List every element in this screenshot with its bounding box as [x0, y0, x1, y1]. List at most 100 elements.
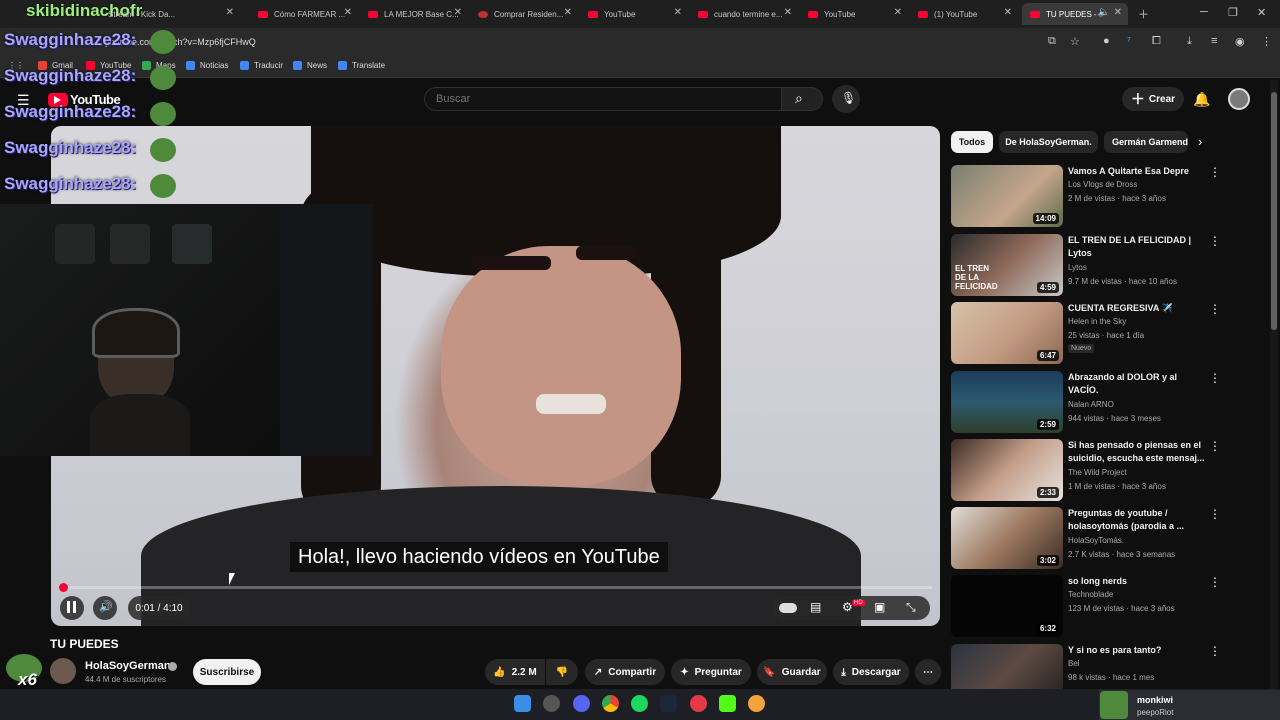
- chevron-right-icon[interactable]: ›: [1198, 134, 1202, 149]
- download-icon[interactable]: ⤓: [1187, 35, 1192, 48]
- kick-icon[interactable]: [719, 695, 736, 712]
- more-options-icon[interactable]: ⋮: [1209, 507, 1221, 521]
- tab-8[interactable]: (1) YouTube ✕: [910, 3, 1018, 25]
- extensions-puzzle-icon[interactable]: ⧠: [1152, 35, 1161, 48]
- video-thumbnail[interactable]: EL TREN DE LA FELICIDAD 4:59: [951, 234, 1063, 296]
- chrome-icon[interactable]: [602, 695, 619, 712]
- ask-button[interactable]: ✦ Preguntar: [671, 659, 751, 685]
- pause-button[interactable]: [60, 596, 84, 620]
- close-tab-icon[interactable]: ✕: [674, 7, 682, 18]
- recommendation-item[interactable]: 14:09 Vamos A Quitarte Esa Depre Los Vlo…: [951, 165, 1261, 227]
- bookmark-news[interactable]: News: [293, 61, 327, 70]
- search-input[interactable]: [424, 87, 782, 111]
- chip-de-holasoygerman[interactable]: De HolaSoyGerman.: [999, 131, 1098, 153]
- recommendation-channel[interactable]: Helen in the Sky: [1068, 317, 1126, 326]
- save-button[interactable]: 🔖 Guardar: [757, 659, 827, 685]
- mute-tab-icon[interactable]: 🔈: [1098, 7, 1110, 18]
- fullscreen-icon[interactable]: ⤡: [906, 600, 916, 615]
- recommendation-channel[interactable]: Technoblade: [1068, 590, 1113, 599]
- close-tab-icon[interactable]: ✕: [784, 7, 792, 18]
- taskbar-app-icon[interactable]: [690, 695, 707, 712]
- media-control-icon[interactable]: ≡: [1211, 35, 1217, 47]
- recommendation-title[interactable]: Abrazando al DOLOR y al VACÍO.: [1068, 371, 1208, 397]
- bookmark-star-icon[interactable]: ☆: [1070, 35, 1080, 48]
- recommendation-title[interactable]: Preguntas de youtube / holasoytomás (par…: [1068, 507, 1208, 533]
- progress-scrubber[interactable]: [59, 583, 68, 592]
- video-thumbnail[interactable]: 2:33: [951, 439, 1063, 501]
- recommendation-item[interactable]: 2:33 Si has pensado o piensas en el suic…: [951, 439, 1261, 501]
- autoplay-toggle[interactable]: [779, 603, 797, 613]
- recommendation-item[interactable]: 2:59 Abrazando al DOLOR y al VACÍO. Nala…: [951, 371, 1261, 433]
- share-button[interactable]: ↗ Compartir: [585, 659, 665, 685]
- more-options-icon[interactable]: ⋮: [1209, 165, 1221, 179]
- dislike-button[interactable]: 👎: [546, 659, 578, 685]
- voice-search-button[interactable]: 🎙: [832, 85, 860, 113]
- channel-name[interactable]: HolaSoyGerman.: [85, 660, 174, 672]
- tab-4[interactable]: Comprar Residen... ✕: [470, 3, 578, 25]
- tab-7[interactable]: YouTube ✕: [800, 3, 908, 25]
- more-options-icon[interactable]: ⋮: [1209, 302, 1221, 316]
- more-options-icon[interactable]: ⋮: [1209, 644, 1221, 658]
- close-tab-icon[interactable]: ✕: [1114, 7, 1122, 18]
- video-thumbnail[interactable]: 3:02: [951, 507, 1063, 569]
- video-thumbnail[interactable]: 6:32: [951, 575, 1063, 637]
- recommendation-title[interactable]: Si has pensado o piensas en el suicidio,…: [1068, 439, 1208, 465]
- download-button[interactable]: ⤓ Descargar: [833, 659, 909, 685]
- taskbar-app-icon[interactable]: [748, 695, 765, 712]
- create-button[interactable]: ＋ Crear: [1122, 87, 1184, 111]
- tab-1[interactable]: Stream - Kick Da... ✕: [100, 3, 240, 25]
- recommendation-item[interactable]: 6:47 CUENTA REGRESIVA ✈️ Helen in the Sk…: [951, 302, 1261, 364]
- chip-german-garmendia[interactable]: Germán Garmendia: [1104, 131, 1188, 153]
- recommendation-title[interactable]: Vamos A Quitarte Esa Depre: [1068, 165, 1208, 178]
- chip-todos[interactable]: Todos: [951, 131, 993, 153]
- recommendation-title[interactable]: CUENTA REGRESIVA ✈️: [1068, 302, 1208, 315]
- tab-5[interactable]: YouTube ✕: [580, 3, 688, 25]
- menu-dots-icon[interactable]: ⋮: [1261, 35, 1272, 48]
- recommendation-channel[interactable]: Lytos: [1068, 263, 1087, 272]
- more-options-icon[interactable]: ⋮: [1209, 234, 1221, 248]
- subscribe-button[interactable]: Suscribirse: [193, 659, 261, 685]
- new-tab-icon[interactable]: ＋: [1138, 6, 1149, 22]
- recommendation-channel[interactable]: Los Vlogs de Dross: [1068, 180, 1137, 189]
- maximize-icon[interactable]: ❐: [1228, 6, 1238, 19]
- progress-bar[interactable]: [62, 586, 932, 589]
- recommendation-item[interactable]: EL TREN DE LA FELICIDAD 4:59 EL TREN DE …: [951, 234, 1261, 296]
- close-tab-icon[interactable]: ✕: [564, 7, 572, 18]
- notifications-bell-icon[interactable]: 🔔: [1193, 91, 1210, 108]
- bookmark-noticias[interactable]: Noticias: [186, 61, 228, 70]
- recommendation-channel[interactable]: HolaSoyTomás.: [1068, 536, 1124, 545]
- extension-icon[interactable]: ●: [1103, 35, 1110, 47]
- close-tab-icon[interactable]: ✕: [894, 7, 902, 18]
- tab-active[interactable]: TU PUEDES - 🔈 ✕: [1022, 3, 1128, 25]
- recommendation-channel[interactable]: Bel: [1068, 659, 1080, 668]
- close-tab-icon[interactable]: ✕: [1004, 7, 1012, 18]
- like-button[interactable]: 👍 2.2 M: [485, 659, 545, 685]
- more-options-icon[interactable]: ⋮: [1209, 575, 1221, 589]
- more-options-icon[interactable]: ⋮: [1209, 371, 1221, 385]
- video-thumbnail[interactable]: 6:47: [951, 302, 1063, 364]
- extension-icon[interactable]: ⁷: [1127, 35, 1131, 47]
- video-thumbnail[interactable]: 2:59: [951, 371, 1063, 433]
- subtitles-icon[interactable]: ▤: [810, 600, 821, 614]
- steam-icon[interactable]: [660, 695, 677, 712]
- profile-icon[interactable]: ◉: [1235, 35, 1245, 48]
- more-actions-button[interactable]: ⋯: [915, 659, 941, 685]
- minimize-icon[interactable]: ─: [1200, 6, 1208, 18]
- close-tab-icon[interactable]: ✕: [226, 7, 234, 18]
- account-avatar[interactable]: [1228, 88, 1250, 110]
- volume-button[interactable]: 🔊: [93, 596, 117, 620]
- miniplayer-icon[interactable]: ▣: [874, 600, 885, 614]
- more-options-icon[interactable]: ⋮: [1209, 439, 1221, 453]
- recommendation-title[interactable]: so long nerds: [1068, 575, 1208, 588]
- video-thumbnail[interactable]: 14:09: [951, 165, 1063, 227]
- recommendation-item[interactable]: 3:02 Preguntas de youtube / holasoytomás…: [951, 507, 1261, 569]
- recommendation-title[interactable]: Y si no es para tanto?: [1068, 644, 1208, 657]
- channel-avatar[interactable]: [50, 658, 76, 684]
- recommendation-channel[interactable]: Nalan ARNO: [1068, 400, 1114, 409]
- taskbar-app-icon[interactable]: [543, 695, 560, 712]
- windows-start-icon[interactable]: [514, 695, 531, 712]
- close-tab-icon[interactable]: ✕: [454, 7, 462, 18]
- bookmark-translate[interactable]: Translate: [338, 61, 385, 70]
- tab-2[interactable]: Cómo FARMEAR ... ✕: [250, 3, 358, 25]
- recommendation-item[interactable]: Y si no es para tanto? Bel 98 k vistas ·…: [951, 644, 1261, 689]
